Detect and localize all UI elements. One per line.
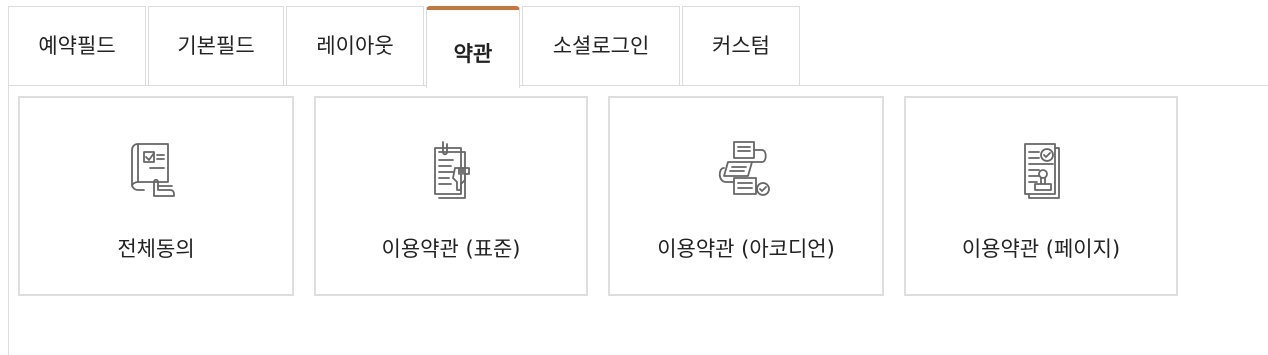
tab-custom[interactable]: 커스텀 [682,6,800,86]
tab-label: 소셜로그인 [552,33,650,58]
card-label: 전체동의 [117,237,195,261]
tab-bar: 예약필드 기본필드 레이아웃 약관 소셜로그인 커스텀 [8,6,802,88]
card-terms-standard[interactable]: 이용약관 (표준) [314,96,588,296]
card-terms-page[interactable]: 이용약관 (페이지) [904,96,1178,296]
checklist-scroll-thumb-icon [131,143,175,197]
tab-label: 예약필드 [38,33,116,58]
document-clip-hand-icon [434,141,470,199]
card-agree-all[interactable]: 전체동의 [18,96,294,296]
tab-terms[interactable]: 약관 [426,6,520,88]
tab-reservation-fields[interactable]: 예약필드 [8,6,146,86]
card-terms-accordion[interactable]: 이용약관 (아코디언) [608,96,884,296]
card-label: 이용약관 (표준) [381,237,521,261]
tab-layout[interactable]: 레이아웃 [286,6,424,86]
document-flow-check-icon [718,141,770,196]
tab-label: 기본필드 [177,33,255,58]
tab-label: 약관 [453,42,493,66]
card-label: 이용약관 (페이지) [961,237,1121,261]
card-label: 이용약관 (아코디언) [657,237,835,261]
tab-basic-fields[interactable]: 기본필드 [148,6,284,86]
tab-label: 커스텀 [712,33,770,58]
tab-label: 레이아웃 [316,33,394,58]
document-stamp-icon [1024,143,1060,199]
tab-social-login[interactable]: 소셜로그인 [522,6,680,86]
